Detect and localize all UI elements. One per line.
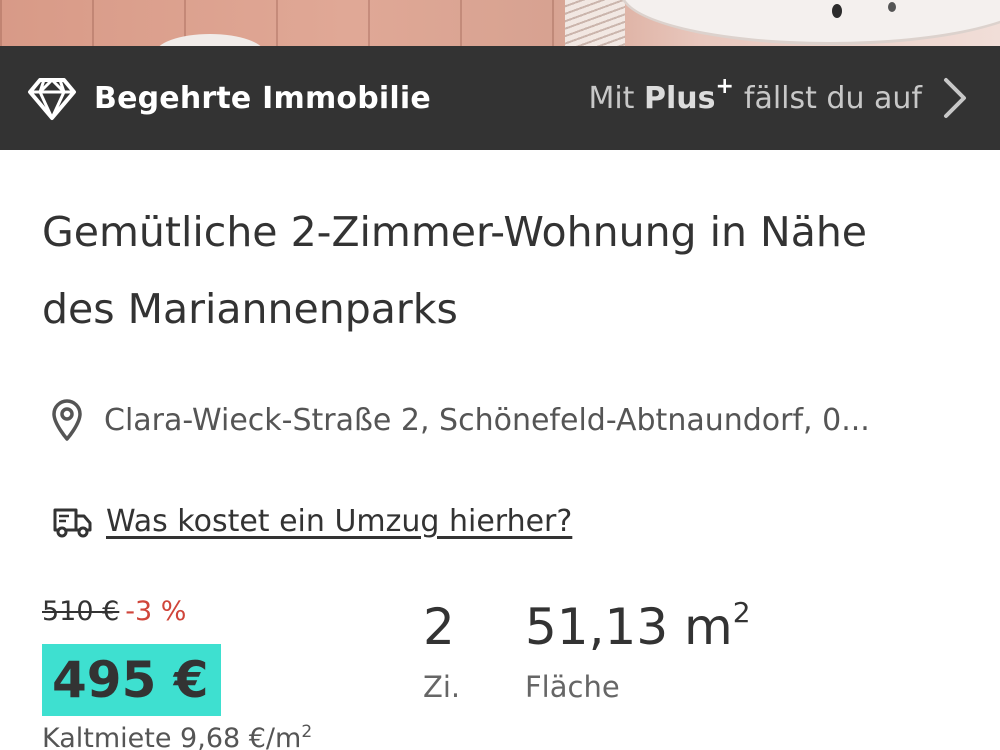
plus-suffix: fällst du auf bbox=[743, 80, 922, 116]
diamond-icon bbox=[28, 78, 76, 120]
move-cost-row[interactable]: Was kostet ein Umzug hierher? bbox=[52, 502, 572, 540]
old-price: 510 € bbox=[42, 596, 120, 627]
rooms-stat: 2 Zi. bbox=[423, 598, 460, 704]
photo-tap bbox=[888, 2, 896, 12]
price-per-sqm-sup: 2 bbox=[301, 722, 313, 742]
listing-photo[interactable] bbox=[0, 0, 1000, 46]
area-value-wrap: 51,13 m2 bbox=[525, 596, 751, 656]
area-sup: 2 bbox=[732, 596, 751, 630]
photo-tiles bbox=[0, 0, 560, 46]
price-per-sqm-label: Kaltmiete 9,68 €/m bbox=[42, 723, 302, 750]
rooms-label: Zi. bbox=[423, 670, 461, 704]
area-value: 51,13 m bbox=[525, 598, 733, 656]
premium-banner[interactable]: Begehrte Immobilie Mit Plus + fällst du au… bbox=[0, 46, 1000, 150]
location-pin-icon bbox=[52, 399, 82, 441]
rooms-value: 2 bbox=[423, 598, 455, 656]
photo-radiator bbox=[565, 0, 625, 46]
current-price-badge: 495 € bbox=[42, 644, 221, 716]
discount-badge: -3 % bbox=[125, 596, 187, 627]
listing-title: Gemütliche 2-Zimmer-Wohnung in Nähe des … bbox=[42, 208, 868, 333]
current-price: 495 € bbox=[52, 651, 209, 709]
moving-truck-icon bbox=[53, 508, 92, 538]
plus-prefix: Mit bbox=[588, 80, 635, 116]
price-per-sqm: Kaltmiete 9,68 €/m2 bbox=[42, 722, 312, 750]
move-cost-link[interactable]: Was kostet ein Umzug hierher? bbox=[106, 504, 572, 539]
plus-word: Plus bbox=[643, 80, 716, 116]
address-row[interactable]: Clara-Wieck-Straße 2, Schönefeld-Abtnaun… bbox=[50, 398, 870, 442]
listing-address: Clara-Wieck-Straße 2, Schönefeld-Abtnaun… bbox=[104, 402, 870, 438]
area-stat: 51,13 m2 Fläche bbox=[525, 596, 751, 704]
area-label: Fläche bbox=[525, 670, 620, 704]
plus-superscript: + bbox=[715, 73, 734, 99]
chevron-right-icon bbox=[944, 78, 966, 118]
plus-upsell-link[interactable]: Mit Plus + fällst du auf bbox=[588, 73, 970, 120]
old-price-row: 510 € -3 % bbox=[42, 596, 186, 627]
banner-title: Begehrte Immobilie bbox=[94, 80, 431, 116]
photo-sink bbox=[620, 0, 1000, 45]
photo-drain bbox=[832, 4, 842, 18]
